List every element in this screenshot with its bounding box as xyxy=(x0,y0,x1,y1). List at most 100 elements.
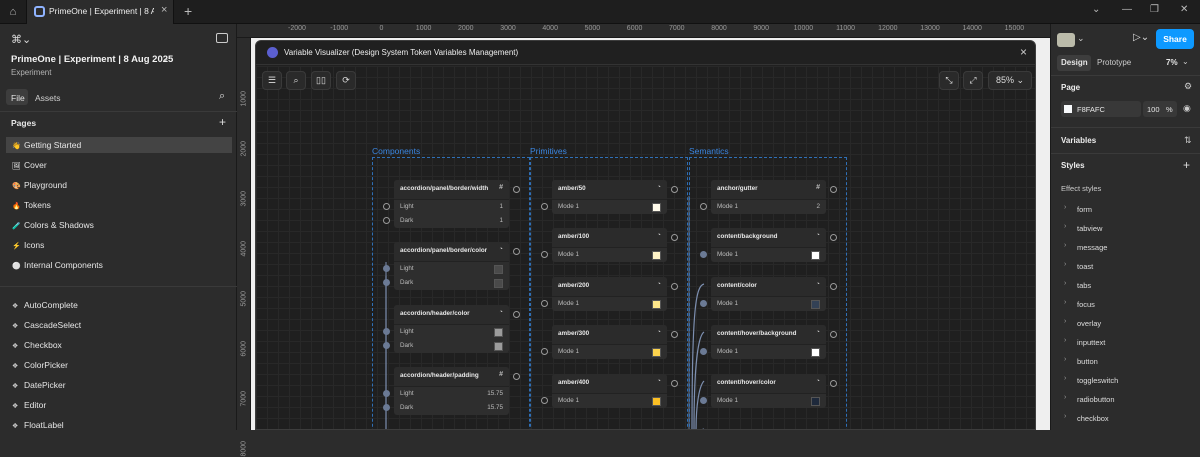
collapse-button[interactable]: ⤡ xyxy=(939,71,959,90)
page-item[interactable]: 🎨 Playground xyxy=(6,177,232,193)
input-port[interactable] xyxy=(700,397,707,404)
output-port[interactable] xyxy=(513,373,520,380)
output-port[interactable] xyxy=(830,283,837,290)
figma-menu-icon[interactable]: ⌘⌄ xyxy=(11,33,31,46)
tab-file[interactable]: File xyxy=(11,93,25,103)
close-window-button[interactable]: ✕ xyxy=(1180,4,1188,15)
chevron-down-icon[interactable]: ⌄ xyxy=(1092,4,1100,15)
play-icon[interactable]: ▷⌄ xyxy=(1133,32,1149,43)
component-page-item[interactable]: ❖ FloatLabel xyxy=(6,417,232,433)
new-tab-button[interactable]: + xyxy=(184,3,192,19)
effect-style-item[interactable]: toast xyxy=(1077,262,1093,271)
variable-node[interactable]: content/background ◔ Mode 1 xyxy=(711,228,826,262)
toggle-panel-icon[interactable] xyxy=(216,33,228,43)
component-page-item[interactable]: ❖ Editor xyxy=(6,397,232,413)
output-port[interactable] xyxy=(671,331,678,338)
input-port[interactable] xyxy=(541,397,548,404)
variable-node[interactable]: anchor/gutter # Mode 1 2 xyxy=(711,180,826,214)
expand-button[interactable]: ⤢ xyxy=(963,71,983,90)
page-opacity-value[interactable]: 100 xyxy=(1147,105,1160,114)
input-port[interactable] xyxy=(700,251,707,258)
variable-node[interactable]: amber/50 ◔ Mode 1 xyxy=(552,180,667,214)
zoom-level[interactable]: 7% xyxy=(1166,58,1178,67)
share-button[interactable]: Share xyxy=(1156,29,1194,49)
output-port[interactable] xyxy=(830,186,837,193)
input-port[interactable] xyxy=(541,251,548,258)
variable-node[interactable]: accordion/panel/border/color ◔ Light Dark xyxy=(394,242,509,290)
page-item[interactable]: 🖼 Cover xyxy=(6,157,232,173)
page-color-field[interactable]: F8FAFC xyxy=(1061,101,1141,117)
project-chevron-icon[interactable]: ⌄ xyxy=(162,53,170,64)
chevron-right-icon[interactable]: › xyxy=(1064,299,1066,306)
effect-style-item[interactable]: button xyxy=(1077,357,1098,366)
project-title[interactable]: PrimeOne | Experiment | 8 Aug 2025 xyxy=(11,54,173,65)
add-style-icon[interactable]: + xyxy=(1183,158,1190,172)
effect-style-item[interactable]: toggleswitch xyxy=(1077,376,1118,385)
output-port[interactable] xyxy=(830,234,837,241)
input-port[interactable] xyxy=(383,404,390,411)
variables-title[interactable]: Variables xyxy=(1061,136,1096,145)
variables-settings-icon[interactable]: ⇅ xyxy=(1184,135,1192,146)
chevron-right-icon[interactable]: › xyxy=(1064,413,1066,420)
list-view-button[interactable]: ☰ xyxy=(262,71,282,90)
page-opacity-field[interactable]: 100 % xyxy=(1143,101,1177,117)
effect-style-item[interactable]: tabview xyxy=(1077,224,1102,233)
variable-node[interactable]: content/hover/background ◔ Mode 1 xyxy=(711,325,826,359)
input-port[interactable] xyxy=(383,279,390,286)
tab-prototype[interactable]: Prototype xyxy=(1097,58,1131,67)
page-item[interactable]: 🧪 Colors & Shadows xyxy=(6,217,232,233)
input-port[interactable] xyxy=(700,300,707,307)
effect-style-item[interactable]: inputtext xyxy=(1077,338,1105,347)
input-port[interactable] xyxy=(541,348,548,355)
input-port[interactable] xyxy=(700,348,707,355)
effect-style-item[interactable]: form xyxy=(1077,205,1092,214)
effect-style-item[interactable]: overlay xyxy=(1077,319,1101,328)
component-page-item[interactable]: ❖ AutoComplete xyxy=(6,297,232,313)
effect-style-item[interactable]: tabs xyxy=(1077,281,1091,290)
page-color-hex[interactable]: F8FAFC xyxy=(1077,105,1105,114)
page-item[interactable]: ⚪ Internal Components xyxy=(6,257,232,273)
input-port[interactable] xyxy=(383,342,390,349)
tab-assets[interactable]: Assets xyxy=(35,93,61,103)
output-port[interactable] xyxy=(830,380,837,387)
output-port[interactable] xyxy=(671,283,678,290)
zoom-dropdown[interactable]: 85% ⌄ xyxy=(988,71,1032,90)
effect-style-item[interactable]: checkbox xyxy=(1077,414,1109,423)
chevron-right-icon[interactable]: › xyxy=(1064,318,1066,325)
input-port[interactable] xyxy=(383,328,390,335)
chevron-right-icon[interactable]: › xyxy=(1064,280,1066,287)
zoom-chevron-icon[interactable]: ⌄ xyxy=(1182,57,1189,66)
chevron-right-icon[interactable]: › xyxy=(1064,356,1066,363)
variable-node[interactable]: amber/400 ◔ Mode 1 xyxy=(552,374,667,408)
eye-icon[interactable]: ◉ xyxy=(1183,103,1191,114)
input-port[interactable] xyxy=(383,217,390,224)
output-port[interactable] xyxy=(671,234,678,241)
tab-design[interactable]: Design xyxy=(1061,58,1088,67)
input-port[interactable] xyxy=(541,300,548,307)
variable-node[interactable]: amber/100 ◔ Mode 1 xyxy=(552,228,667,262)
input-port[interactable] xyxy=(700,203,707,210)
component-page-item[interactable]: ❖ DatePicker xyxy=(6,377,232,393)
add-page-icon[interactable]: + xyxy=(219,115,226,129)
chevron-right-icon[interactable]: › xyxy=(1064,242,1066,249)
home-icon[interactable]: ⌂ xyxy=(6,5,20,19)
search-icon[interactable]: ⌕ xyxy=(219,90,225,103)
chevron-right-icon[interactable]: › xyxy=(1064,375,1066,382)
input-port[interactable] xyxy=(383,265,390,272)
close-tab-icon[interactable]: × xyxy=(161,4,167,16)
input-port[interactable] xyxy=(541,203,548,210)
avatar[interactable] xyxy=(1057,33,1075,47)
page-color-swatch[interactable] xyxy=(1064,105,1072,113)
file-tab[interactable]: PrimeOne | Experiment | 8 Aug 2025 × xyxy=(26,0,174,24)
variable-node[interactable]: accordion/header/color ◔ Light Dark xyxy=(394,305,509,353)
component-page-item[interactable]: ❖ CascadeSelect xyxy=(6,317,232,333)
chevron-right-icon[interactable]: › xyxy=(1064,223,1066,230)
page-settings-icon[interactable]: ⚙ xyxy=(1184,81,1192,92)
minimize-button[interactable]: — xyxy=(1122,4,1132,15)
chevron-right-icon[interactable]: › xyxy=(1064,204,1066,211)
chevron-right-icon[interactable]: › xyxy=(1064,394,1066,401)
variable-node[interactable]: amber/300 ◔ Mode 1 xyxy=(552,325,667,359)
chevron-right-icon[interactable]: › xyxy=(1064,337,1066,344)
page-item[interactable]: 👋 Getting Started xyxy=(6,137,232,153)
component-page-item[interactable]: ❖ Checkbox xyxy=(6,337,232,353)
